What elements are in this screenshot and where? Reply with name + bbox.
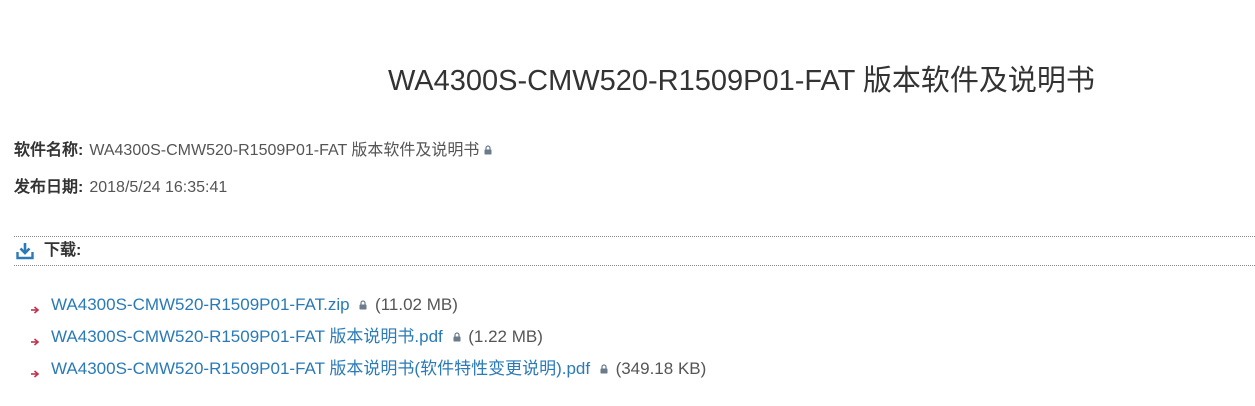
lock-icon: [599, 363, 609, 374]
file-list-item: WA4300S-CMW520-R1509P01-FAT 版本说明书(软件特性变更…: [30, 356, 706, 388]
software-name-label: 软件名称:: [14, 142, 84, 159]
file-download-link[interactable]: WA4300S-CMW520-R1509P01-FAT 版本说明书(软件特性变更…: [51, 359, 590, 378]
arrow-right-icon: [30, 362, 40, 378]
arrow-right-icon: [30, 330, 40, 346]
file-download-link[interactable]: WA4300S-CMW520-R1509P01-FAT 版本说明书.pdf: [51, 327, 443, 346]
release-date-value: 2018/5/24 16:35:41: [89, 179, 228, 196]
file-size: (349.18 KB): [615, 359, 707, 378]
download-section-header: 下载:: [14, 236, 1255, 266]
release-date-label: 发布日期:: [14, 179, 84, 196]
software-name-row: 软件名称: WA4300S-CMW520-R1509P01-FAT 版本软件及说明…: [14, 140, 493, 162]
lock-icon: [483, 145, 493, 155]
page-title: WA4300S-CMW520-R1509P01-FAT 版本软件及说明书: [388, 65, 1095, 97]
file-list-item: WA4300S-CMW520-R1509P01-FAT 版本说明书.pdf (1…: [30, 324, 706, 356]
download-icon: [16, 242, 34, 260]
file-size: (1.22 MB): [468, 327, 543, 346]
file-size: (11.02 MB): [375, 295, 458, 314]
lock-icon: [452, 331, 462, 342]
software-name-value: WA4300S-CMW520-R1509P01-FAT 版本软件及说明书: [89, 142, 480, 159]
download-label: 下载:: [44, 242, 82, 259]
file-list-item: WA4300S-CMW520-R1509P01-FAT.zip (11.02 M…: [30, 292, 706, 324]
arrow-right-icon: [30, 298, 40, 314]
release-date-row: 发布日期: 2018/5/24 16:35:41: [14, 177, 227, 199]
file-list: WA4300S-CMW520-R1509P01-FAT.zip (11.02 M…: [30, 292, 706, 388]
lock-icon: [358, 299, 368, 310]
file-download-link[interactable]: WA4300S-CMW520-R1509P01-FAT.zip: [51, 295, 350, 314]
